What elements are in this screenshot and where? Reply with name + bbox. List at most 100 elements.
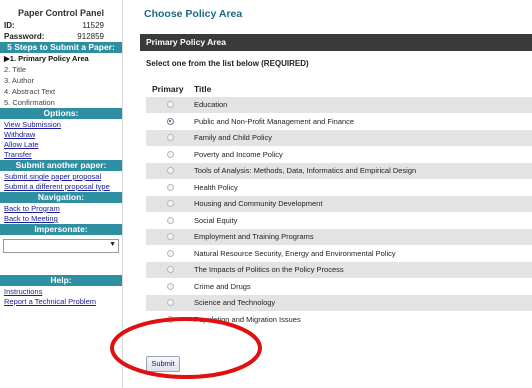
- step-item-2[interactable]: 2. Title: [0, 64, 122, 75]
- navigation-heading: Navigation:: [0, 192, 122, 203]
- policy-title: Family and Child Policy: [194, 133, 272, 143]
- policy-row[interactable]: Health Policy: [146, 178, 532, 196]
- policy-radio[interactable]: [166, 249, 174, 257]
- radio-cell: [146, 167, 194, 175]
- policy-title: Education: [194, 100, 228, 110]
- policy-radio[interactable]: [166, 282, 174, 290]
- policy-area-list: Education Public and Non-Profit Managemen…: [146, 96, 532, 327]
- policy-radio[interactable]: [166, 216, 174, 224]
- policy-row[interactable]: Education: [146, 96, 532, 113]
- help-link-0[interactable]: Instructions: [0, 287, 122, 296]
- radio-cell: [146, 200, 194, 208]
- radio-cell: [146, 315, 194, 323]
- radio-cell: [146, 282, 194, 290]
- steps-list: ▶1. Primary Policy Area 2. Title 3. Author…: [0, 53, 122, 108]
- step-item-5[interactable]: 5. Confirmation: [0, 97, 122, 108]
- navigation-link-1[interactable]: Back to Meeting: [0, 214, 122, 223]
- policy-title: Natural Resource Security, Energy and En…: [194, 248, 396, 258]
- policy-row[interactable]: Housing and Community Development: [146, 195, 532, 212]
- policy-title: Crime and Drugs: [194, 281, 251, 291]
- radio-cell: [146, 299, 194, 307]
- policy-title: Population and Migration Issues: [194, 314, 301, 324]
- id-row: ID: 11529: [0, 20, 122, 31]
- radio-cell: [146, 249, 194, 257]
- radio-cell: [146, 233, 194, 241]
- password-value: 912859: [77, 32, 104, 41]
- policy-row[interactable]: Natural Resource Security, Energy and En…: [146, 244, 532, 262]
- column-header-title: Title: [194, 84, 212, 94]
- policy-radio[interactable]: [166, 200, 174, 208]
- option-link-1[interactable]: Withdraw: [0, 130, 122, 139]
- policy-radio[interactable]: [166, 101, 174, 109]
- policy-title: Science and Technology: [194, 298, 276, 308]
- option-link-0[interactable]: View Submission: [0, 120, 122, 129]
- policy-radio[interactable]: [166, 167, 174, 175]
- policy-radio[interactable]: [166, 150, 174, 158]
- section-header: Primary Policy Area: [140, 34, 532, 51]
- policy-radio[interactable]: [166, 134, 174, 142]
- submit-another-heading: Submit another paper:: [0, 160, 122, 171]
- step-item-1[interactable]: ▶1. Primary Policy Area: [0, 53, 122, 64]
- policy-row[interactable]: Population and Migration Issues: [146, 310, 532, 328]
- policy-radio[interactable]: [166, 117, 174, 125]
- options-heading: Options:: [0, 108, 122, 119]
- password-row: Password: 912859: [0, 31, 122, 42]
- policy-row[interactable]: The Impacts of Politics on the Policy Pr…: [146, 261, 532, 278]
- policy-radio[interactable]: [166, 233, 174, 241]
- step-item-4[interactable]: 4. Abstract Text: [0, 86, 122, 97]
- policy-title: Public and Non-Profit Management and Fin…: [194, 116, 355, 126]
- sidebar: Paper Control Panel ID: 11529 Password: …: [0, 0, 123, 388]
- policy-radio[interactable]: [166, 299, 174, 307]
- policy-radio[interactable]: [166, 266, 174, 274]
- submit-another-list: Submit single paper proposal Submit a dif…: [0, 172, 122, 191]
- policy-row[interactable]: Tools of Analysis: Methods, Data, Inform…: [146, 162, 532, 179]
- radio-cell: [146, 134, 194, 142]
- password-label: Password:: [4, 32, 45, 41]
- radio-cell: [146, 216, 194, 224]
- policy-radio[interactable]: [166, 183, 174, 191]
- column-header-primary: Primary: [152, 84, 184, 94]
- impersonate-heading: Impersonate:: [0, 224, 122, 235]
- policy-row[interactable]: Crime and Drugs: [146, 277, 532, 295]
- option-link-2[interactable]: Allow Late: [0, 140, 122, 149]
- policy-row[interactable]: Public and Non-Profit Management and Fin…: [146, 112, 532, 130]
- policy-title: Social Equity: [194, 215, 238, 225]
- policy-title: Poverty and Income Policy: [194, 149, 283, 159]
- radio-cell: [146, 266, 194, 274]
- impersonate-select[interactable]: ▼: [3, 239, 119, 253]
- radio-cell: [146, 183, 194, 191]
- submit-another-link-1[interactable]: Submit a different proposal type: [0, 182, 122, 191]
- policy-row[interactable]: Poverty and Income Policy: [146, 145, 532, 163]
- policy-radio[interactable]: [166, 315, 174, 323]
- page-title: Choose Policy Area: [144, 8, 243, 20]
- help-heading: Help:: [0, 275, 122, 286]
- panel-title: Paper Control Panel: [17, 8, 105, 18]
- id-value: 11529: [82, 21, 104, 30]
- instruction-text: Select one from the list below (REQUIRED…: [146, 59, 309, 68]
- submit-another-link-0[interactable]: Submit single paper proposal: [0, 172, 122, 181]
- options-list: View Submission Withdraw Allow Late Transfe…: [0, 120, 122, 159]
- step-item-3[interactable]: 3. Author: [0, 75, 122, 86]
- submit-button[interactable]: Submit: [146, 356, 180, 372]
- option-link-3[interactable]: Transfer: [0, 150, 122, 159]
- policy-title: Employment and Training Programs: [194, 232, 314, 242]
- policy-row[interactable]: Science and Technology: [146, 294, 532, 311]
- radio-cell: [146, 101, 194, 109]
- policy-title: Health Policy: [194, 182, 238, 192]
- policy-title: Tools of Analysis: Methods, Data, Inform…: [194, 166, 417, 176]
- policy-row[interactable]: Employment and Training Programs: [146, 228, 532, 245]
- dropdown-arrow-icon: ▼: [109, 241, 116, 248]
- navigation-link-0[interactable]: Back to Program: [0, 204, 122, 213]
- help-list: Instructions Report a Technical Problem: [0, 287, 122, 306]
- policy-row[interactable]: Social Equity: [146, 211, 532, 229]
- policy-title: Housing and Community Development: [194, 199, 323, 209]
- id-label: ID:: [4, 21, 15, 30]
- help-link-1[interactable]: Report a Technical Problem: [0, 297, 122, 306]
- policy-title: The Impacts of Politics on the Policy Pr…: [194, 265, 344, 275]
- steps-heading: 5 Steps to Submit a Paper:: [0, 42, 122, 53]
- navigation-list: Back to Program Back to Meeting: [0, 204, 122, 223]
- radio-cell: [146, 117, 194, 125]
- policy-row[interactable]: Family and Child Policy: [146, 129, 532, 146]
- main-content: Choose Policy Area Primary Policy Area S…: [140, 0, 532, 388]
- radio-cell: [146, 150, 194, 158]
